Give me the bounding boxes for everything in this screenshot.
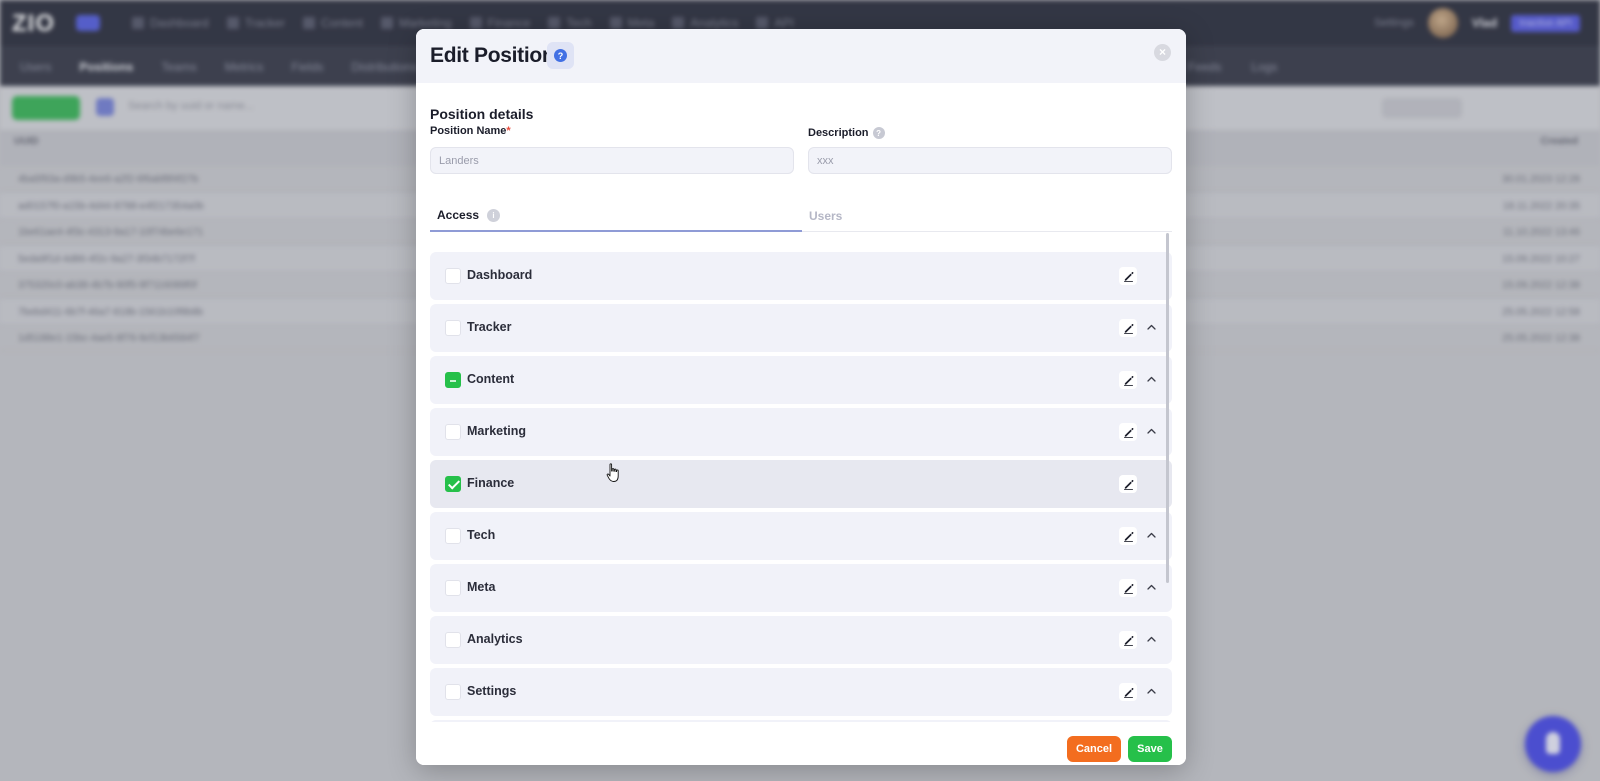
description-help-icon[interactable]: ? — [872, 127, 885, 139]
access-item-label: Tracker — [467, 320, 512, 334]
modal-title: Edit Position — [430, 44, 555, 67]
access-item-meta[interactable]: Meta — [430, 564, 1172, 612]
position-name-input[interactable] — [430, 147, 794, 174]
tabs: Access i Users — [430, 200, 1172, 232]
chevron-up-icon[interactable] — [1146, 686, 1156, 696]
access-item-label: Tech — [467, 528, 496, 542]
access-item-analytics[interactable]: Analytics — [430, 616, 1172, 664]
modal-header: Edit Position ? × — [416, 29, 1186, 83]
chevron-up-icon[interactable] — [1146, 374, 1156, 384]
edit-icon[interactable] — [1119, 527, 1137, 545]
chevron-up-icon[interactable] — [1146, 582, 1156, 592]
chevron-up-icon[interactable] — [1146, 426, 1156, 436]
description-input[interactable] — [808, 147, 1172, 174]
tab-access[interactable]: Access i — [430, 200, 802, 232]
access-list-scrollbar[interactable] — [1166, 233, 1169, 707]
access-list: Dashboard Tracker Content Marketing Finance T… — [430, 252, 1172, 736]
access-item-label: Settings — [467, 684, 517, 698]
position-name-label-text: Position Name — [430, 125, 507, 137]
access-item-label: Analytics — [467, 632, 523, 646]
edit-icon[interactable] — [1119, 423, 1137, 441]
access-item-settings[interactable]: Settings — [430, 668, 1172, 716]
help-button[interactable]: ? — [547, 42, 574, 69]
tab-users[interactable]: Users — [809, 200, 842, 232]
edit-position-modal: Edit Position ? × Position details Posit… — [416, 29, 1186, 765]
position-name-label: Position Name * — [430, 125, 511, 137]
close-button[interactable]: × — [1154, 44, 1171, 61]
access-item-dashboard[interactable]: Dashboard — [430, 252, 1172, 300]
description-label: Description ? — [808, 127, 885, 139]
access-item-label: Content — [467, 372, 515, 386]
edit-icon[interactable] — [1119, 371, 1137, 389]
edit-icon[interactable] — [1119, 683, 1137, 701]
hand-cursor-icon — [606, 463, 619, 482]
modal-footer: Cancel Save — [416, 722, 1186, 765]
access-item-label: Dashboard — [467, 268, 533, 282]
chevron-up-icon[interactable] — [1146, 322, 1156, 332]
access-checkbox[interactable] — [445, 320, 461, 336]
access-checkbox[interactable] — [445, 632, 461, 648]
scrollbar-thumb[interactable] — [1166, 233, 1169, 583]
access-item-label: Meta — [467, 580, 496, 594]
description-label-text: Description — [808, 127, 869, 139]
access-checkbox[interactable] — [445, 580, 461, 596]
access-item-tracker[interactable]: Tracker — [430, 304, 1172, 352]
access-checkbox[interactable] — [445, 528, 461, 544]
question-icon: ? — [554, 49, 567, 62]
access-checkbox[interactable] — [445, 476, 461, 492]
access-item-finance[interactable]: Finance — [430, 460, 1172, 508]
tab-users-label: Users — [809, 209, 843, 223]
access-item-label: Marketing — [467, 424, 527, 438]
save-button[interactable]: Save — [1128, 736, 1172, 762]
chevron-up-icon[interactable] — [1146, 634, 1156, 644]
access-checkbox[interactable] — [445, 268, 461, 284]
info-icon[interactable]: i — [487, 208, 501, 222]
edit-icon[interactable] — [1119, 319, 1137, 337]
chevron-up-icon[interactable] — [1146, 530, 1156, 540]
tab-access-label: Access — [437, 208, 480, 222]
access-item-content[interactable]: Content — [430, 356, 1172, 404]
section-title: Position details — [430, 106, 534, 122]
access-item-marketing[interactable]: Marketing — [430, 408, 1172, 456]
access-checkbox[interactable] — [445, 424, 461, 440]
edit-icon[interactable] — [1119, 267, 1137, 285]
edit-icon[interactable] — [1119, 579, 1137, 597]
access-item-tech[interactable]: Tech — [430, 512, 1172, 560]
edit-icon[interactable] — [1119, 631, 1137, 649]
access-item-label: Finance — [467, 476, 515, 490]
required-mark: * — [506, 125, 511, 137]
edit-icon[interactable] — [1119, 475, 1137, 493]
access-checkbox[interactable] — [445, 372, 461, 388]
cancel-button[interactable]: Cancel — [1067, 736, 1121, 762]
access-checkbox[interactable] — [445, 684, 461, 700]
